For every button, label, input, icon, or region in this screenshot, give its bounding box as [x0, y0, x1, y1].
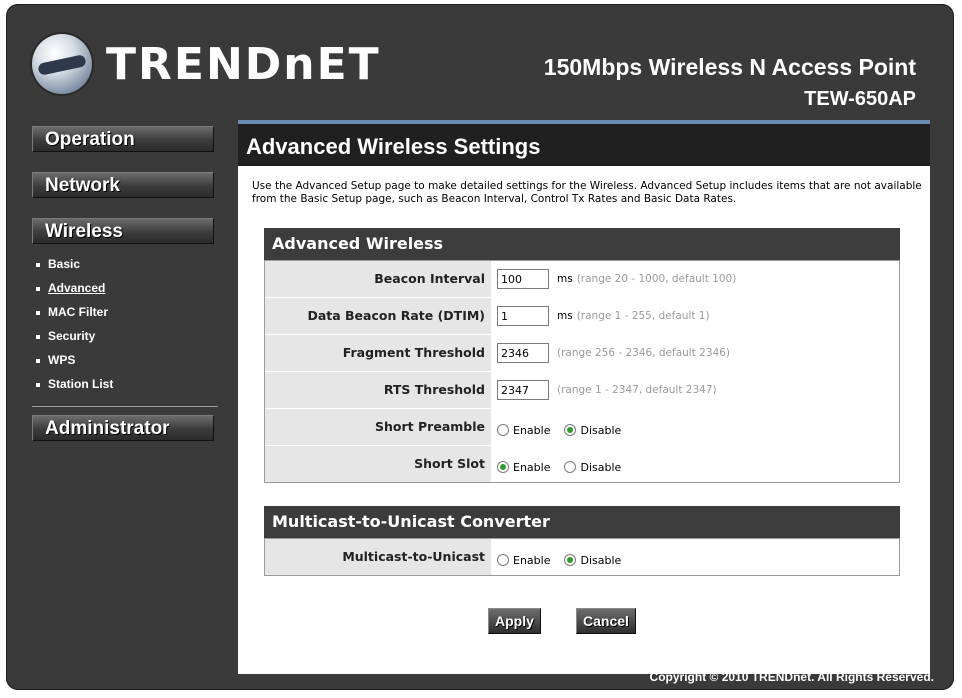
- trendnet-logo-icon: [32, 34, 92, 94]
- multicast-table: Multicast-to-Unicast Enable Disable: [264, 538, 900, 576]
- submenu-mac-filter[interactable]: MAC Filter: [32, 300, 218, 324]
- multicast-disable-radio[interactable]: Disable: [564, 548, 621, 567]
- rts-threshold-input[interactable]: [497, 380, 549, 400]
- rts-threshold-hint: (range 1 - 2347, default 2347): [557, 384, 717, 396]
- short-preamble-label: Short Preamble: [265, 409, 491, 445]
- logo-text: TRENDnET: [106, 39, 381, 90]
- nav-operation[interactable]: Operation: [32, 126, 214, 152]
- radio-icon: [497, 424, 509, 436]
- content-title-bar: Advanced Wireless Settings: [238, 124, 930, 166]
- short-slot-disable-radio[interactable]: Disable: [564, 455, 621, 474]
- bullet-icon: [36, 382, 40, 387]
- apply-button[interactable]: Apply: [488, 608, 541, 634]
- beacon-interval-row: Beacon Interval ms (range 20 - 1000, def…: [265, 261, 899, 298]
- short-slot-enable-radio[interactable]: Enable: [497, 455, 550, 474]
- fragment-threshold-row: Fragment Threshold (range 256 - 2346, de…: [265, 335, 899, 372]
- submenu-wps[interactable]: WPS: [32, 348, 218, 372]
- rts-threshold-label: RTS Threshold: [265, 372, 491, 408]
- product-title: 150Mbps Wireless N Access Point: [543, 54, 916, 80]
- beacon-interval-label: Beacon Interval: [265, 261, 491, 297]
- radio-icon: [497, 554, 509, 566]
- nav-wireless[interactable]: Wireless: [32, 218, 214, 244]
- wireless-submenu: Basic Advanced MAC Filter Security WPS S…: [32, 252, 218, 407]
- dtim-label: Data Beacon Rate (DTIM): [265, 298, 491, 334]
- page-description: Use the Advanced Setup page to make deta…: [252, 180, 922, 205]
- rts-threshold-row: RTS Threshold (range 1 - 2347, default 2…: [265, 372, 899, 409]
- short-slot-row: Short Slot Enable Disable: [265, 446, 899, 482]
- submenu-advanced[interactable]: Advanced: [32, 276, 218, 300]
- short-preamble-row: Short Preamble Enable Disable: [265, 409, 899, 446]
- fragment-threshold-input[interactable]: [497, 343, 549, 363]
- fragment-threshold-label: Fragment Threshold: [265, 335, 491, 371]
- multicast-label: Multicast-to-Unicast: [265, 539, 491, 575]
- bullet-icon: [36, 286, 40, 291]
- bullet-icon: [36, 262, 40, 267]
- copyright-footer: Copyright © 2010 TRENDnet. All Rights Re…: [649, 670, 934, 684]
- bullet-icon: [36, 334, 40, 339]
- radio-selected-icon: [564, 424, 577, 436]
- dtim-input[interactable]: [497, 306, 549, 326]
- short-preamble-enable-radio[interactable]: Enable: [497, 418, 550, 437]
- radio-icon: [564, 461, 577, 473]
- dtim-unit: ms: [557, 310, 573, 322]
- short-slot-label: Short Slot: [265, 446, 491, 482]
- advanced-wireless-table: Beacon Interval ms (range 20 - 1000, def…: [264, 260, 900, 483]
- beacon-interval-unit: ms: [557, 273, 573, 285]
- submenu-basic[interactable]: Basic: [32, 252, 218, 276]
- short-preamble-disable-radio[interactable]: Disable: [564, 418, 621, 437]
- main-content: Advanced Wireless Settings Use the Advan…: [238, 120, 930, 674]
- multicast-heading: Multicast-to-Unicast Converter: [264, 506, 900, 538]
- bullet-icon: [36, 358, 40, 363]
- model-number: TEW-650AP: [804, 88, 916, 110]
- dtim-row: Data Beacon Rate (DTIM) ms (range 1 - 25…: [265, 298, 899, 335]
- beacon-interval-input[interactable]: [497, 269, 549, 289]
- nav-network[interactable]: Network: [32, 172, 214, 198]
- beacon-interval-hint: (range 20 - 1000, default 100): [576, 273, 737, 285]
- nav-administrator[interactable]: Administrator: [32, 415, 214, 441]
- sidebar: Operation Network Wireless Basic Advance…: [32, 126, 218, 461]
- cancel-button[interactable]: Cancel: [576, 608, 636, 634]
- page-title: Advanced Wireless Settings: [246, 134, 541, 159]
- multicast-row: Multicast-to-Unicast Enable Disable: [265, 539, 899, 575]
- radio-selected-icon: [564, 554, 577, 566]
- submenu-security[interactable]: Security: [32, 324, 218, 348]
- radio-selected-icon: [497, 461, 509, 473]
- header: TRENDnET 150Mbps Wireless N Access Point…: [6, 4, 954, 124]
- dtim-hint: (range 1 - 255, default 1): [576, 310, 710, 322]
- advanced-wireless-heading: Advanced Wireless: [264, 228, 900, 260]
- submenu-station-list[interactable]: Station List: [32, 372, 218, 396]
- multicast-enable-radio[interactable]: Enable: [497, 548, 550, 567]
- bullet-icon: [36, 310, 40, 315]
- fragment-threshold-hint: (range 256 - 2346, default 2346): [557, 347, 730, 359]
- page-frame: TRENDnET 150Mbps Wireless N Access Point…: [6, 4, 954, 690]
